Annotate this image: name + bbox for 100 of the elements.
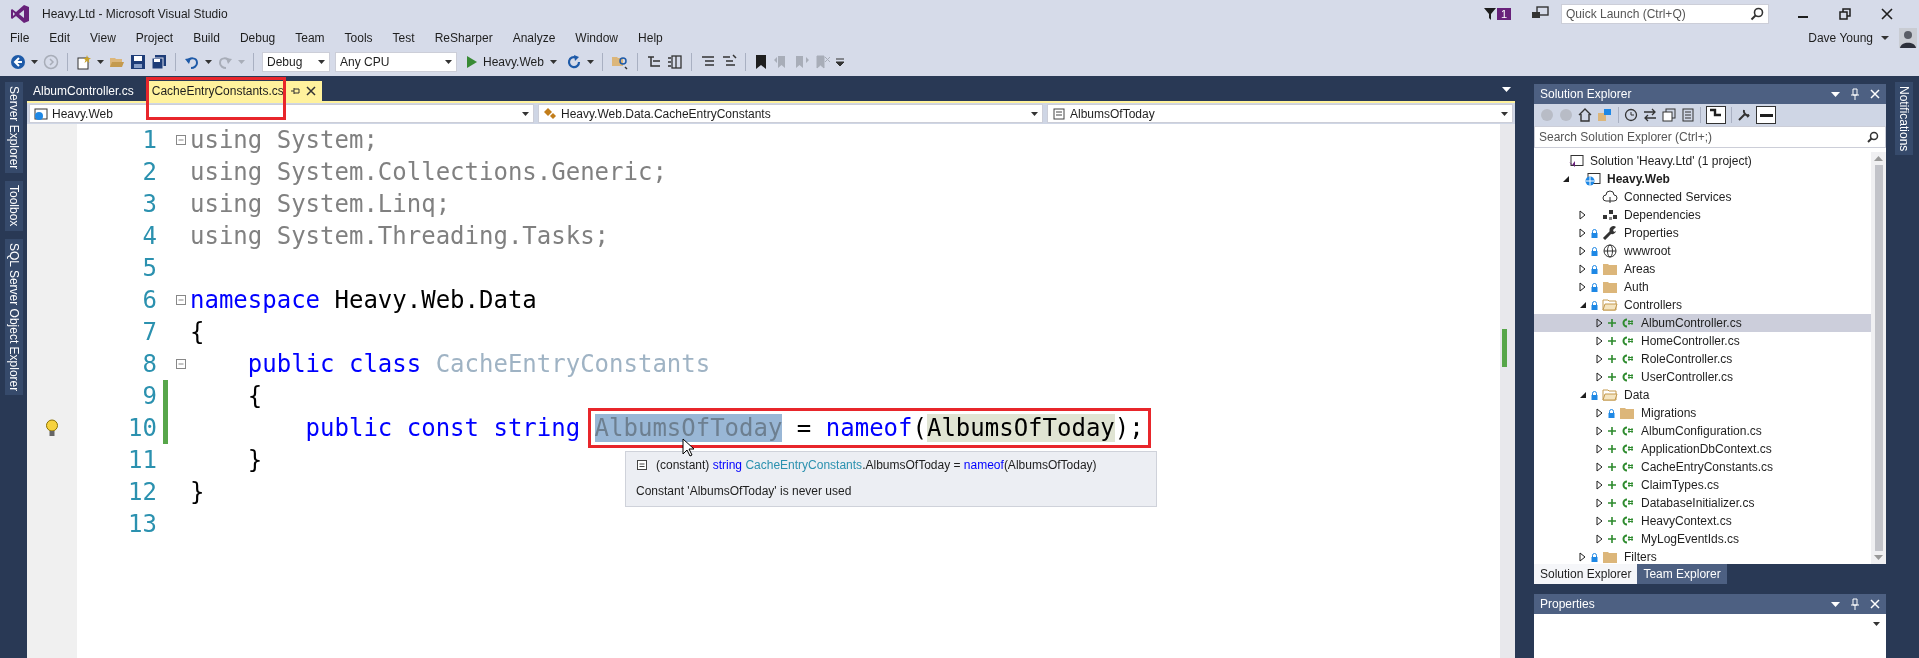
expanded-arrow-icon[interactable]: [1578, 301, 1587, 309]
columns-icon[interactable]: [666, 54, 683, 70]
avatar-icon[interactable]: [1899, 28, 1917, 48]
view-hierarchy-icon[interactable]: [1706, 106, 1726, 124]
tool-window-tab[interactable]: SQL Server Object Explorer: [4, 238, 23, 396]
overflow-icon[interactable]: [835, 57, 844, 67]
tree-item[interactable]: Auth: [1534, 278, 1871, 296]
scrollbar[interactable]: [1871, 152, 1886, 564]
lightbulb-icon[interactable]: [45, 419, 59, 437]
pin-icon[interactable]: [289, 86, 300, 96]
tree-item[interactable]: Migrations: [1534, 404, 1871, 422]
tree-item[interactable]: ClaimTypes.cs: [1534, 476, 1871, 494]
tool-window-tab[interactable]: Toolbox: [4, 181, 23, 231]
tree-item[interactable]: wwwroot: [1534, 242, 1871, 260]
tree-item[interactable]: HomeController.cs: [1534, 332, 1871, 350]
dropdown-icon[interactable]: [1831, 601, 1840, 607]
tree-item[interactable]: DatabaseInitializer.cs: [1534, 494, 1871, 512]
tree-item[interactable]: ApplicationDbContext.cs: [1534, 440, 1871, 458]
menu-item[interactable]: Team: [287, 31, 333, 45]
collapse-icon[interactable]: [175, 359, 186, 369]
tree-item[interactable]: MyLogEventIds.cs: [1534, 530, 1871, 548]
sync-arrows-icon[interactable]: [1643, 108, 1657, 122]
menu-item[interactable]: Edit: [41, 31, 79, 45]
menu-item[interactable]: Analyze: [504, 31, 564, 45]
tree-item[interactable]: Connected Services: [1534, 188, 1871, 206]
caret-icon[interactable]: [205, 60, 212, 64]
tool-window-tab[interactable]: Notifications: [1895, 82, 1913, 156]
tree-item[interactable]: Filters: [1534, 548, 1871, 564]
document-tab[interactable]: AlbumController.cs: [27, 81, 140, 101]
caret-icon[interactable]: [586, 60, 594, 64]
collapsed-arrow-icon[interactable]: [1579, 282, 1586, 292]
start-button[interactable]: Heavy.Web: [462, 55, 561, 69]
caret-icon[interactable]: [31, 60, 38, 64]
back-icon[interactable]: [10, 54, 26, 70]
menu-item[interactable]: File: [2, 31, 38, 45]
collapsed-arrow-icon[interactable]: [1579, 246, 1586, 256]
collapsed-arrow-icon[interactable]: [1596, 534, 1603, 544]
collapse-icon[interactable]: [175, 135, 186, 145]
tree-item[interactable]: RoleController.cs: [1534, 350, 1871, 368]
navigation-dropdown[interactable]: AlbumsOfToday: [1047, 104, 1513, 123]
restore-icon[interactable]: [1839, 8, 1851, 20]
scrollbar[interactable]: [1500, 124, 1515, 658]
properties-icon[interactable]: [1737, 108, 1751, 122]
collapsed-arrow-icon[interactable]: [1596, 444, 1603, 454]
new-project-icon[interactable]: [76, 54, 92, 70]
collapsed-arrow-icon[interactable]: [1596, 336, 1603, 346]
menu-item[interactable]: Debug: [231, 31, 284, 45]
platform-dropdown[interactable]: Any CPU: [335, 52, 457, 72]
search-field[interactable]: Search Solution Explorer (Ctrl+;): [1534, 126, 1886, 148]
tree-item[interactable]: Data: [1534, 386, 1871, 404]
tree-item[interactable]: Solution 'Heavy.Ltd' (1 project): [1534, 152, 1871, 170]
user-name[interactable]: Dave Young: [1808, 31, 1873, 45]
tree-item[interactable]: Areas: [1534, 260, 1871, 278]
close-icon[interactable]: [305, 86, 316, 96]
tree-item[interactable]: Properties: [1534, 224, 1871, 242]
tree-item[interactable]: Controllers: [1534, 296, 1871, 314]
menu-item[interactable]: Build: [185, 31, 228, 45]
configuration-dropdown[interactable]: Debug: [262, 52, 330, 72]
scrollbar-thumb[interactable]: [1874, 165, 1883, 551]
navigation-dropdown[interactable]: Heavy.Web: [29, 104, 534, 123]
collapse-icon[interactable]: [175, 295, 186, 305]
collapsed-arrow-icon[interactable]: [1596, 498, 1603, 508]
filter-icon[interactable]: [1482, 7, 1497, 21]
bookmark-icon[interactable]: [753, 54, 768, 70]
menu-item[interactable]: Tools: [336, 31, 381, 45]
collapsed-arrow-icon[interactable]: [1596, 354, 1603, 364]
collapsed-arrow-icon[interactable]: [1579, 210, 1586, 220]
collapse-all-icon[interactable]: [1662, 108, 1676, 122]
collapsed-arrow-icon[interactable]: [1579, 264, 1586, 274]
tree-item[interactable]: Dependencies: [1534, 206, 1871, 224]
refresh-icon[interactable]: [565, 54, 582, 70]
tree-item[interactable]: HeavyContext.cs: [1534, 512, 1871, 530]
quick-launch-field[interactable]: Quick Launch (Ctrl+Q): [1561, 4, 1769, 24]
home-icon[interactable]: [1578, 108, 1592, 122]
sync-icon[interactable]: [1597, 108, 1613, 122]
menu-item[interactable]: Test: [384, 31, 423, 45]
save-icon[interactable]: [130, 54, 146, 70]
menu-item[interactable]: Help: [630, 31, 671, 45]
tool-window-tab[interactable]: Server Explorer: [4, 82, 23, 174]
code-editor[interactable]: [27, 124, 1515, 658]
tree-item[interactable]: CacheEntryConstants.cs: [1534, 458, 1871, 476]
show-files-icon[interactable]: [1681, 108, 1695, 122]
history-icon[interactable]: [1624, 108, 1638, 122]
list-icon[interactable]: [645, 54, 662, 70]
menu-item[interactable]: View: [82, 31, 124, 45]
collapsed-arrow-icon[interactable]: [1596, 372, 1603, 382]
undo-icon[interactable]: [184, 54, 200, 70]
collapsed-arrow-icon[interactable]: [1596, 516, 1603, 526]
menu-item[interactable]: ReSharper: [426, 31, 501, 45]
save-all-icon[interactable]: [151, 54, 167, 70]
collapsed-arrow-icon[interactable]: [1596, 408, 1603, 418]
tree-item[interactable]: AlbumController.cs: [1534, 314, 1871, 332]
tree-item[interactable]: UserController.cs: [1534, 368, 1871, 386]
expanded-arrow-icon[interactable]: [1561, 175, 1570, 183]
tree-item[interactable]: Heavy.Web: [1534, 170, 1871, 188]
navigation-dropdown[interactable]: Heavy.Web.Data.CacheEntryConstants: [538, 104, 1043, 123]
collapsed-arrow-icon[interactable]: [1579, 228, 1586, 238]
collapsed-arrow-icon[interactable]: [1596, 426, 1603, 436]
expanded-arrow-icon[interactable]: [1578, 391, 1587, 399]
close-icon[interactable]: [1881, 8, 1893, 20]
